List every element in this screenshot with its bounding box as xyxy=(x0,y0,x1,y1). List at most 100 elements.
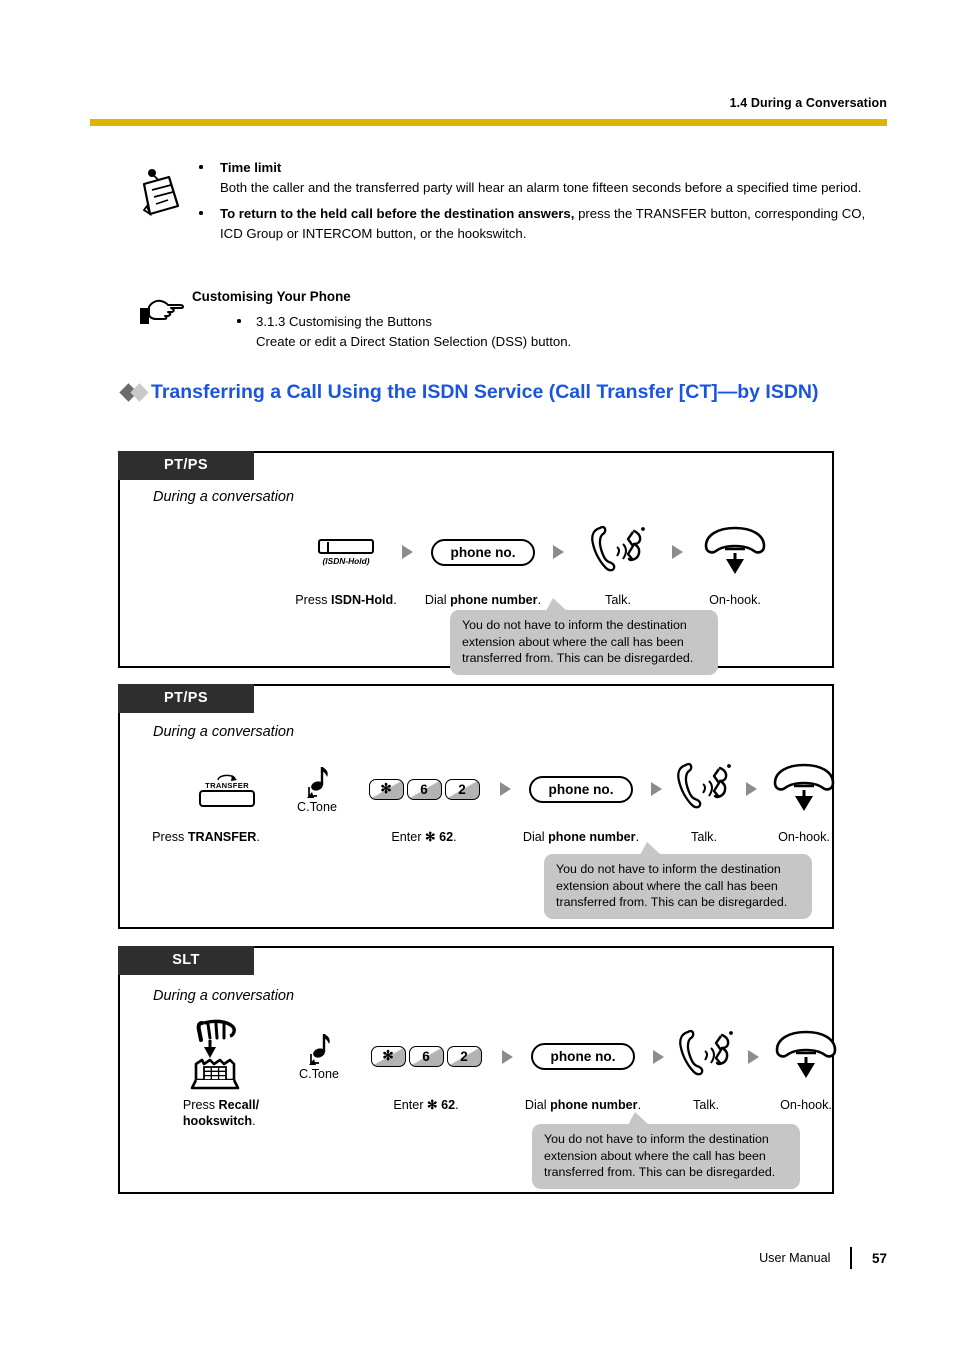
caption-bold: phone number xyxy=(550,1098,638,1112)
key-2[interactable]: 2 xyxy=(446,1045,482,1067)
caption-tail: . xyxy=(635,830,640,844)
step-caption: Press ISDN-Hold. xyxy=(295,593,396,609)
caption-tail: . xyxy=(453,830,457,844)
on-hook-handset-icon xyxy=(775,1030,837,1078)
step-talk: Talk. xyxy=(662,758,746,846)
caption-tail: . xyxy=(256,830,260,844)
on-hook-handset-icon xyxy=(773,763,835,811)
key-6[interactable]: 6 xyxy=(406,778,442,800)
phone-no-pill: phone no. xyxy=(530,1042,636,1070)
step-art: C.Tone xyxy=(299,1018,339,1094)
key-star[interactable]: ✻ xyxy=(370,1045,406,1067)
key-2[interactable]: 2 xyxy=(444,778,480,800)
procedure-flow: Press Recall/hookswitch. C.Tone ✻ 6 2 En… xyxy=(160,1018,853,1129)
step-caption: On-hook. xyxy=(778,830,830,846)
procedure-subtitle: During a conversation xyxy=(153,489,295,505)
customising-list: 3.1.3 Customising the Buttons Create or … xyxy=(192,312,890,351)
section-heading: Transferring a Call Using the ISDN Servi… xyxy=(119,379,882,406)
step-press-transfer: TRANSFER Press TRANSFER. xyxy=(152,758,286,846)
step-dial-phone-number: phone no. Dial phone number. xyxy=(513,1018,653,1114)
music-note-icon xyxy=(307,766,328,798)
c-tone-icon: C.Tone xyxy=(297,765,337,814)
caption-plain: Press xyxy=(295,593,331,607)
c-tone-icon: C.Tone xyxy=(299,1032,339,1081)
step-caption: Press TRANSFER. xyxy=(152,830,260,846)
step-confirmation-tone: C.Tone xyxy=(288,1018,350,1104)
caption-plain: Press xyxy=(182,1098,219,1112)
talk-handset-icon xyxy=(677,762,731,809)
talk-handset-icon xyxy=(679,1029,733,1076)
step-art xyxy=(586,521,650,583)
callout-bubble: You do not have to inform the destinatio… xyxy=(532,1112,800,1189)
isdn-hold-bar xyxy=(318,538,374,554)
transfer-curve-arrow-icon xyxy=(217,774,237,781)
c-tone-label: C.Tone xyxy=(297,799,337,814)
caption-tail: . xyxy=(252,1113,256,1128)
caption-tail: . xyxy=(455,1098,459,1112)
customising-item-line2: Create or edit a Direct Station Selectio… xyxy=(256,333,572,349)
page-footer: User Manual 57 xyxy=(90,1247,887,1269)
step-art xyxy=(674,1018,738,1094)
callout-text: You do not have to inform the destinatio… xyxy=(544,1132,776,1179)
talk-handset-icon xyxy=(591,525,645,572)
caption-plain: On-hook. xyxy=(780,1098,832,1112)
callout-tail-icon xyxy=(628,1112,649,1125)
step-enter-feature-code: ✻ 6 2 Enter ✻ 62. xyxy=(350,1018,502,1114)
caption-bold2: hookswitch xyxy=(182,1113,253,1128)
section-heading-text: Transferring a Call Using the ISDN Servi… xyxy=(151,381,819,403)
flow-arrow-icon xyxy=(746,782,757,796)
notes-block: Time limit Both the caller and the trans… xyxy=(130,158,890,250)
step-art: ✻ 6 2 xyxy=(368,758,480,820)
step-enter-feature-code: ✻ 6 2 Enter ✻ 62. xyxy=(348,758,500,846)
page-header-section-title: 1.4 During a Conversation xyxy=(729,96,887,110)
flow-arrow-icon xyxy=(653,1050,664,1064)
transfer-button-label: TRANSFER xyxy=(205,780,249,790)
step-on-hook: On-hook. xyxy=(683,521,787,609)
step-caption: Dial phone number. xyxy=(525,1098,641,1114)
procedure-box-pt-ps-isdn-hold: PT/PS During a conversation (ISDN-Hold) … xyxy=(118,451,834,675)
callout-bubble: You do not have to inform the destinatio… xyxy=(450,598,718,675)
step-talk: Talk. xyxy=(664,1018,748,1114)
caption-plain: Talk. xyxy=(691,830,717,844)
step-art: phone no. xyxy=(430,521,536,583)
procedure-flow: TRANSFER Press TRANSFER. C.Tone ✻ 6 2 En… xyxy=(152,758,851,846)
note-item: To return to the held call before the de… xyxy=(180,204,890,243)
customising-block: Customising Your Phone 3.1.3 Customising… xyxy=(130,288,890,351)
transfer-button-body xyxy=(199,789,255,807)
step-art xyxy=(769,758,839,820)
caption-bold: phone number xyxy=(450,593,538,607)
note-item: Time limit Both the caller and the trans… xyxy=(180,158,890,197)
caption-plain: Enter xyxy=(393,1098,428,1112)
on-hook-handset-icon xyxy=(704,526,766,574)
step-art xyxy=(700,521,770,583)
caption-tail: . xyxy=(637,1098,642,1112)
customising-title: Customising Your Phone xyxy=(192,289,351,304)
step-caption: Talk. xyxy=(605,593,631,609)
keypad-group: ✻ 6 2 xyxy=(368,778,480,800)
caption-plain: Dial xyxy=(524,1098,551,1112)
c-tone-label: C.Tone xyxy=(299,1066,339,1081)
isdn-hold-button-icon: (ISDN-Hold) xyxy=(318,538,374,566)
flow-arrow-icon xyxy=(748,1050,759,1064)
step-art: phone no. xyxy=(528,758,634,820)
caption-plain: Press xyxy=(152,830,188,844)
step-on-hook: On-hook. xyxy=(757,758,851,846)
procedure-subtitle: During a conversation xyxy=(153,988,295,1004)
step-caption: Enter ✻ 62. xyxy=(393,1098,458,1114)
procedure-tag: PT/PS xyxy=(118,684,254,713)
procedure-tag: PT/PS xyxy=(118,451,254,480)
step-press-isdn-hold: (ISDN-Hold) Press ISDN-Hold. xyxy=(290,521,402,609)
caption-tail: . xyxy=(393,593,397,607)
key-6[interactable]: 6 xyxy=(408,1045,444,1067)
callout-tail-icon xyxy=(640,842,661,855)
phone-no-pill: phone no. xyxy=(430,538,536,566)
flow-arrow-icon xyxy=(672,545,683,559)
flow-arrow-icon xyxy=(502,1050,513,1064)
step-caption: Dial phone number. xyxy=(425,593,541,609)
notes-list: Time limit Both the caller and the trans… xyxy=(180,158,890,243)
step-caption: Talk. xyxy=(691,830,717,846)
step-dial-phone-number: phone no. Dial phone number. xyxy=(413,521,553,609)
key-star[interactable]: ✻ xyxy=(368,778,404,800)
diamond-bullets-icon xyxy=(119,380,149,406)
step-art xyxy=(672,758,736,820)
